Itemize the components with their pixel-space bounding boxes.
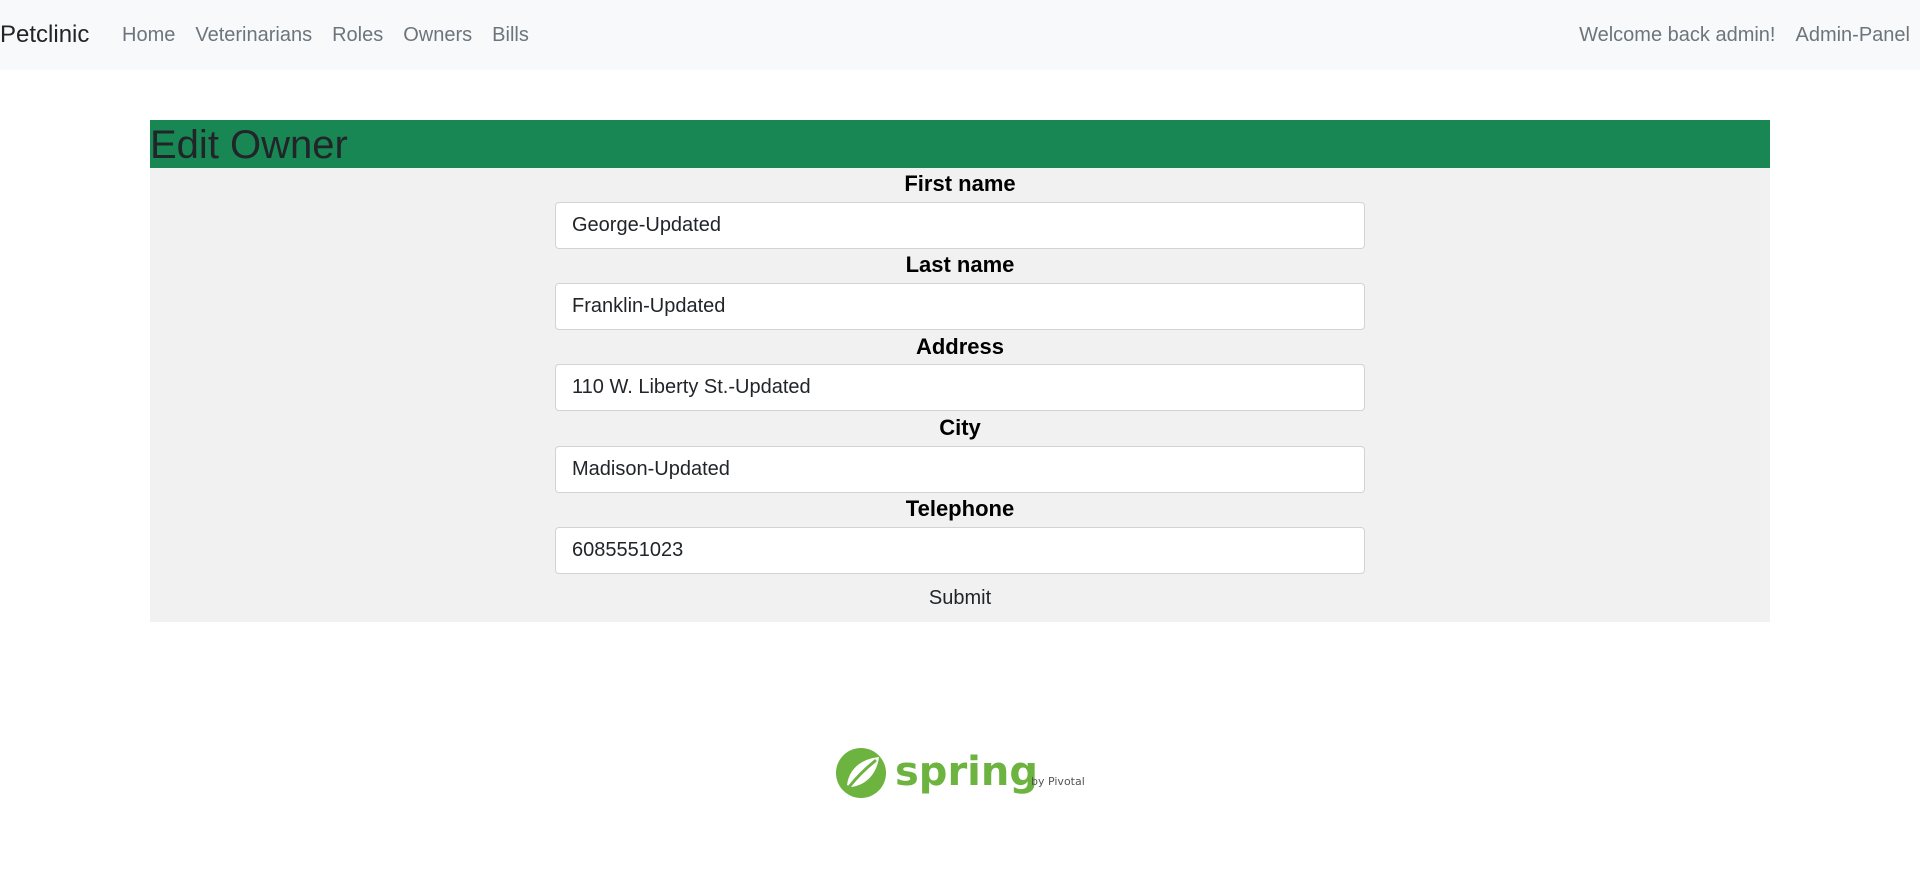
pivotal-logo-text: by Pivotal. [1031,775,1085,788]
brand-link[interactable]: Petclinic [0,20,89,50]
address-input[interactable] [555,364,1365,411]
city-label: City [939,415,981,440]
page-title: Edit Owner [150,123,348,167]
city-input[interactable] [555,446,1365,493]
telephone-label: Telephone [905,496,1015,521]
nav-right: Welcome back admin! Admin-Panel [1569,22,1920,48]
nav-link-owners[interactable]: Owners [393,22,482,48]
first-name-input[interactable] [555,202,1365,249]
last-name-input[interactable] [555,283,1365,330]
admin-panel-link[interactable]: Admin-Panel [1785,22,1920,48]
card-header: Edit Owner [150,120,1770,168]
nav-link-roles[interactable]: Roles [322,22,393,48]
nav-link-bills[interactable]: Bills [482,22,539,48]
nav-links: Home Veterinarians Roles Owners Bills [112,22,539,48]
welcome-link[interactable]: Welcome back admin! [1569,22,1785,48]
telephone-input[interactable] [555,527,1365,574]
last-name-label: Last name [905,252,1015,277]
navbar: Petclinic Home Veterinarians Roles Owner… [0,0,1920,70]
address-label: Address [915,334,1005,359]
spring-logo: spring by Pivotal. [836,748,1085,798]
first-name-label: First name [904,171,1016,196]
nav-link-veterinarians[interactable]: Veterinarians [185,22,322,48]
nav-link-home[interactable]: Home [112,22,185,48]
submit-button[interactable]: Submit [900,583,1020,613]
edit-owner-card: Edit Owner First name Last name Address … [150,120,1770,622]
spring-logo-text: spring [895,749,1038,795]
spring-leaf-icon [836,748,886,798]
